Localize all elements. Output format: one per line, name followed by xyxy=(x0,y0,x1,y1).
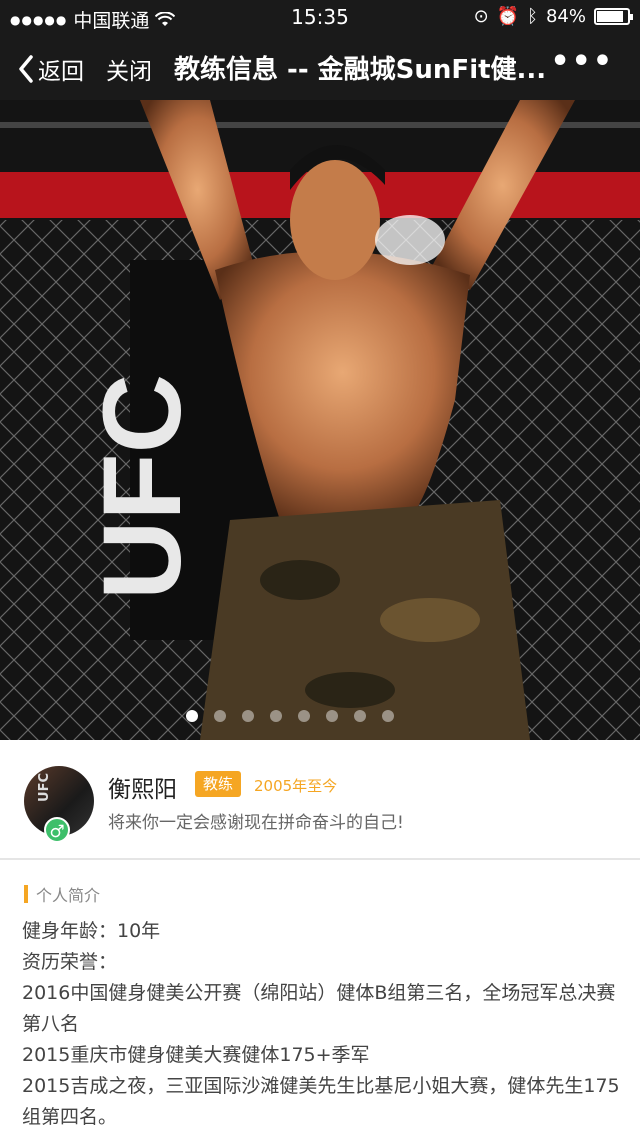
chevron-left-icon xyxy=(19,55,33,83)
intro-line: 2016中国健身健美公开赛（绵阳站）健体B组第三名，全场冠军总决赛第八名 xyxy=(22,982,616,1035)
avatar-logo: UFC xyxy=(36,773,52,802)
coach-photo: UFC xyxy=(0,100,640,740)
photo-carousel[interactable]: UFC xyxy=(0,100,640,740)
carousel-dot[interactable] xyxy=(354,710,366,722)
intro-heading: 个人简介 xyxy=(24,882,100,906)
carousel-indicator xyxy=(0,710,640,722)
intro-body: 健身年龄：10年 资历荣誉： 2016中国健身健美公开赛（绵阳站）健体B组第三名… xyxy=(22,916,622,1133)
page-title: 教练信息 -- 金融城SunFit健... xyxy=(174,55,547,85)
carousel-dot[interactable] xyxy=(270,710,282,722)
close-button[interactable]: 关闭 xyxy=(106,52,152,86)
carousel-dot[interactable] xyxy=(326,710,338,722)
coach-name: 衡熙阳 xyxy=(108,777,177,803)
lock-rotation-icon: ⊙ xyxy=(473,6,489,27)
nav-bar: 返回 关闭 教练信息 -- 金融城SunFit健... ••• xyxy=(0,34,640,100)
coach-motto: 将来你一定会感谢现在拼命奋斗的自己! xyxy=(108,813,404,833)
coach-since: 2005年至今 xyxy=(254,777,338,795)
battery-percent: 84% xyxy=(545,6,586,27)
back-button[interactable]: 返回 xyxy=(18,52,84,86)
heading-accent-bar xyxy=(24,885,28,903)
coach-role-badge: 教练 xyxy=(195,771,242,797)
carousel-dot[interactable] xyxy=(382,710,394,722)
status-bar: ●●●●● 中国联通 15:35 ⊙ ⏰ ᛒ 84% xyxy=(0,0,640,34)
svg-text:UFC: UFC xyxy=(81,374,204,600)
back-label: 返回 xyxy=(38,59,84,85)
status-right: ⊙ ⏰ ᛒ 84% xyxy=(473,6,633,27)
intro-line: 资历荣誉： xyxy=(22,951,118,973)
more-button[interactable]: ••• xyxy=(550,44,614,79)
intro-line: 2015重庆市健身健美大赛健体175+季军 xyxy=(22,1044,370,1066)
carousel-dot[interactable] xyxy=(186,710,198,722)
intro-section: 个人简介 健身年龄：10年 资历荣誉： 2016中国健身健美公开赛（绵阳站）健体… xyxy=(0,860,640,1138)
carousel-dot[interactable] xyxy=(298,710,310,722)
carousel-dot[interactable] xyxy=(242,710,254,722)
bluetooth-icon: ᛒ xyxy=(527,6,538,27)
intro-title: 个人简介 xyxy=(36,886,101,905)
intro-line: 健身年龄：10年 xyxy=(22,920,161,942)
alarm-icon: ⏰ xyxy=(496,6,520,27)
male-icon: ♂ xyxy=(44,817,70,843)
intro-line: 2015吉成之夜，三亚国际沙滩健美先生比基尼小姐大赛，健体先生175组第四名。 xyxy=(22,1075,620,1128)
coach-profile: UFC ♂ 衡熙阳 教练 2005年至今 将来你一定会感谢现在拼命奋斗的自己! xyxy=(0,740,640,858)
battery-icon xyxy=(594,8,633,25)
carousel-dot[interactable] xyxy=(214,710,226,722)
